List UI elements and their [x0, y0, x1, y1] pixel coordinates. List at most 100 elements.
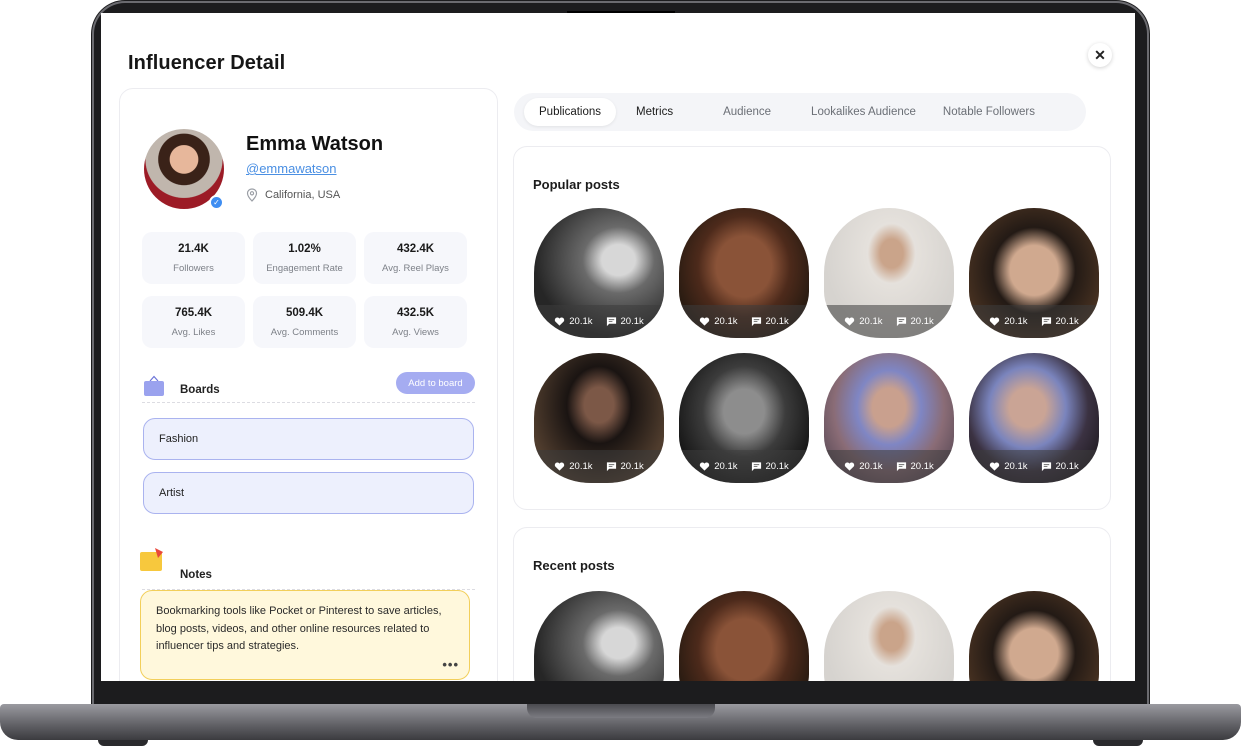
- stat-avg-reel-plays: 432.4K Avg. Reel Plays: [364, 232, 467, 284]
- stat-value: 432.5K: [396, 306, 435, 319]
- comment-icon: [606, 317, 616, 327]
- comments-count: 20.1k: [606, 461, 644, 472]
- popular-posts-card: Popular posts 20.1k 20.1k 20.1k 20.1k 20…: [513, 146, 1111, 510]
- likes-count: 20.1k: [844, 316, 883, 327]
- post-thumbnail[interactable]: [969, 591, 1099, 681]
- stat-value: 765.4K: [174, 306, 213, 319]
- heart-icon: [845, 317, 855, 326]
- note-card[interactable]: Bookmarking tools like Pocket or Pintere…: [140, 590, 470, 680]
- laptop-foot: [98, 740, 148, 746]
- comments-count: 20.1k: [751, 316, 789, 327]
- stat-avg-likes: 765.4K Avg. Likes: [142, 296, 245, 348]
- stat-engagement-rate: 1.02% Engagement Rate: [253, 232, 356, 284]
- close-icon: ✕: [1094, 46, 1106, 63]
- divider: [142, 402, 475, 403]
- likes-count: 20.1k: [554, 316, 593, 327]
- heart-icon: [700, 317, 710, 326]
- notes-header: Notes: [140, 548, 475, 590]
- post-thumbnail[interactable]: 20.1k 20.1k: [534, 353, 664, 483]
- comments-count: 20.1k: [896, 461, 934, 472]
- tab-publications[interactable]: Publications: [524, 98, 617, 126]
- close-button[interactable]: ✕: [1088, 43, 1112, 67]
- post-thumbnail[interactable]: 20.1k 20.1k: [969, 353, 1099, 483]
- boards-title: Boards: [180, 384, 220, 396]
- post-thumbnail[interactable]: 20.1k 20.1k: [824, 353, 954, 483]
- comment-icon: [751, 462, 761, 472]
- heart-icon: [845, 462, 855, 471]
- post-metrics: 20.1k 20.1k: [824, 450, 954, 483]
- likes-count: 20.1k: [554, 461, 593, 472]
- stats-grid: 21.4K Followers 1.02% Engagement Rate 43…: [142, 232, 476, 348]
- post-metrics: 20.1k 20.1k: [534, 305, 664, 338]
- post-metrics: 20.1k 20.1k: [969, 450, 1099, 483]
- recent-posts-title: Recent posts: [533, 558, 615, 573]
- comments-count: 20.1k: [606, 316, 644, 327]
- profile-location: California, USA: [246, 188, 340, 202]
- stat-label: Avg. Reel Plays: [382, 262, 449, 274]
- likes-count: 20.1k: [844, 461, 883, 472]
- comment-icon: [751, 317, 761, 327]
- comments-count: 20.1k: [751, 461, 789, 472]
- heart-icon: [555, 462, 565, 471]
- post-thumbnail[interactable]: [534, 591, 664, 681]
- board-item-fashion[interactable]: Fashion: [143, 418, 474, 460]
- stat-label: Followers: [173, 262, 214, 274]
- stat-label: Avg. Views: [392, 326, 439, 338]
- post-thumbnail[interactable]: 20.1k 20.1k: [824, 208, 954, 338]
- laptop-foot: [1093, 740, 1143, 746]
- post-thumbnail[interactable]: [679, 591, 809, 681]
- notes-title: Notes: [180, 569, 212, 581]
- post-metrics: 20.1k 20.1k: [679, 450, 809, 483]
- comment-icon: [1041, 317, 1051, 327]
- comment-icon: [606, 462, 616, 472]
- laptop-base-lip: [527, 704, 715, 718]
- tab-lookalikes-audience[interactable]: Lookalikes Audience: [797, 98, 930, 126]
- post-thumbnail[interactable]: [824, 591, 954, 681]
- comment-icon: [1041, 462, 1051, 472]
- post-thumbnail[interactable]: 20.1k 20.1k: [679, 208, 809, 338]
- note-text: Bookmarking tools like Pocket or Pintere…: [156, 605, 442, 652]
- post-metrics: 20.1k 20.1k: [534, 450, 664, 483]
- stat-value: 432.4K: [396, 242, 435, 255]
- stat-value: 1.02%: [288, 242, 321, 255]
- heart-icon: [700, 462, 710, 471]
- stat-label: Avg. Likes: [171, 326, 216, 338]
- location-text: California, USA: [265, 189, 341, 201]
- comments-count: 20.1k: [896, 316, 934, 327]
- recent-posts-card: Recent posts: [513, 527, 1111, 681]
- stat-value: 509.4K: [285, 306, 324, 319]
- tab-metrics[interactable]: Metrics: [622, 98, 687, 126]
- post-thumbnail[interactable]: 20.1k 20.1k: [534, 208, 664, 338]
- boards-icon: [144, 375, 164, 396]
- likes-count: 20.1k: [989, 461, 1028, 472]
- location-pin-icon: [246, 188, 258, 202]
- board-item-artist[interactable]: Artist: [143, 472, 474, 514]
- stat-value: 21.4K: [178, 242, 209, 255]
- likes-count: 20.1k: [699, 316, 738, 327]
- sticky-note-icon: [140, 548, 163, 571]
- profile-handle-link[interactable]: @emmawatson: [246, 161, 337, 176]
- comment-icon: [896, 317, 906, 327]
- heart-icon: [990, 462, 1000, 471]
- comments-count: 20.1k: [1041, 316, 1079, 327]
- stat-avg-comments: 509.4K Avg. Comments: [253, 296, 356, 348]
- boards-header: Boards Add to board: [142, 372, 475, 403]
- verified-check-icon: ✓: [209, 195, 224, 210]
- profile-name: Emma Watson: [246, 133, 384, 155]
- recent-posts-grid: [534, 591, 1099, 681]
- stat-avg-views: 432.5K Avg. Views: [364, 296, 467, 348]
- likes-count: 20.1k: [989, 316, 1028, 327]
- more-options-icon[interactable]: •••: [442, 656, 459, 674]
- post-metrics: 20.1k 20.1k: [969, 305, 1099, 338]
- likes-count: 20.1k: [699, 461, 738, 472]
- post-thumbnail[interactable]: 20.1k 20.1k: [969, 208, 1099, 338]
- post-thumbnail[interactable]: 20.1k 20.1k: [679, 353, 809, 483]
- comment-icon: [896, 462, 906, 472]
- tab-audience[interactable]: Audience: [709, 98, 785, 126]
- post-metrics: 20.1k 20.1k: [679, 305, 809, 338]
- tab-notable-followers[interactable]: Notable Followers: [930, 98, 1048, 126]
- heart-icon: [555, 317, 565, 326]
- popular-posts-grid: 20.1k 20.1k 20.1k 20.1k 20.1k 20.1k 20.1…: [534, 208, 1099, 483]
- screen: Influencer Detail ✕ ✓ Emma Watson @emmaw…: [101, 13, 1135, 681]
- add-to-board-button[interactable]: Add to board: [396, 372, 475, 394]
